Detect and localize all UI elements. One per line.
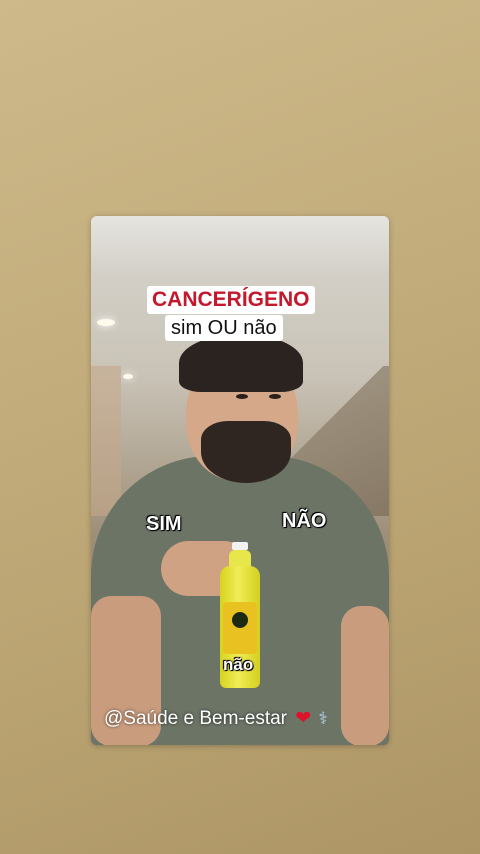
nao-label: NÃO	[282, 510, 327, 532]
bottle-cap	[232, 542, 248, 550]
ceiling	[91, 216, 389, 276]
stethoscope-icon: ⚕	[318, 709, 328, 728]
person-eye	[236, 394, 248, 399]
sim-label: SIM	[146, 513, 182, 535]
background-wall	[91, 366, 121, 516]
bottle-logo-icon	[232, 612, 248, 628]
account-handle[interactable]: @Saúde e Bem-estar ❤ ⚕	[104, 707, 328, 730]
bottle-label	[223, 602, 257, 654]
person-eye	[269, 394, 281, 399]
person-hair	[179, 334, 303, 392]
heart-icon: ❤	[295, 708, 312, 729]
title-caption: CANCERÍGENO	[147, 286, 315, 314]
bottle-nao-label: não	[223, 655, 254, 674]
ceiling-light	[123, 374, 133, 379]
person-arm	[341, 606, 389, 745]
person-beard	[201, 421, 291, 483]
ceiling-light	[97, 319, 115, 326]
subtitle-caption: sim OU não	[165, 315, 283, 341]
handle-text: @Saúde e Bem-estar	[104, 708, 287, 729]
